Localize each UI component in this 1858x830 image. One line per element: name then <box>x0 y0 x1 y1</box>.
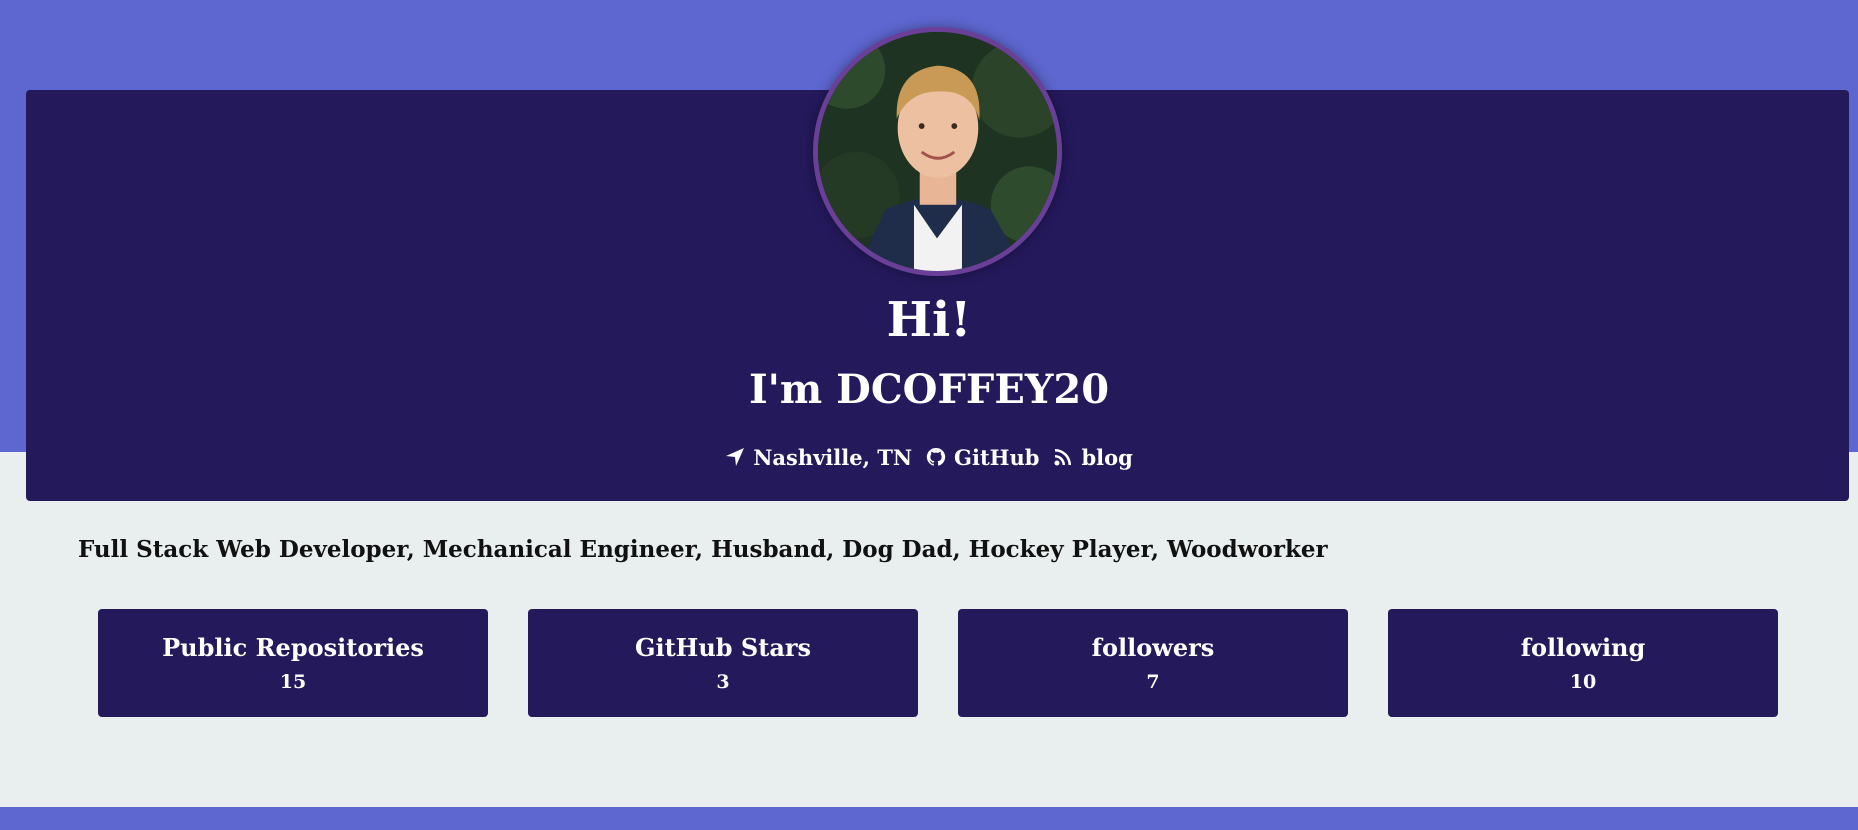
avatar-photo <box>818 32 1057 271</box>
stat-card-public-repositories: Public Repositories 15 <box>98 609 488 717</box>
blog-label: blog <box>1081 444 1133 470</box>
greeting-heading: Hi! <box>886 292 972 348</box>
location-link[interactable]: Nashville, TN <box>725 445 912 470</box>
stat-card-following: following 10 <box>1388 609 1778 717</box>
stat-card-followers: followers 7 <box>958 609 1348 717</box>
stat-label: GitHub Stars <box>634 633 812 662</box>
github-label: GitHub <box>954 444 1040 470</box>
github-icon <box>926 447 946 466</box>
blog-link[interactable]: blog <box>1053 444 1133 470</box>
bio-text: Full Stack Web Developer, Mechanical Eng… <box>78 536 1328 563</box>
stat-value: 15 <box>279 671 307 693</box>
stat-value: 10 <box>1569 671 1597 693</box>
stat-value: 7 <box>1146 671 1160 693</box>
avatar <box>813 27 1062 276</box>
stat-value: 3 <box>716 671 730 693</box>
intro-heading: I'm DCOFFEY20 <box>748 366 1110 413</box>
location-arrow-icon <box>726 448 745 466</box>
bottom-background-band <box>0 807 1858 830</box>
stat-label: followers <box>1091 633 1215 662</box>
stat-card-github-stars: GitHub Stars 3 <box>528 609 918 717</box>
profile-links: Nashville, TN GitHub blog <box>0 443 1858 471</box>
stat-label: following <box>1520 633 1646 662</box>
rss-icon <box>1054 449 1072 466</box>
github-link[interactable]: GitHub <box>926 445 1039 470</box>
location-label: Nashville, TN <box>753 444 913 470</box>
stat-label: Public Repositories <box>162 633 424 662</box>
